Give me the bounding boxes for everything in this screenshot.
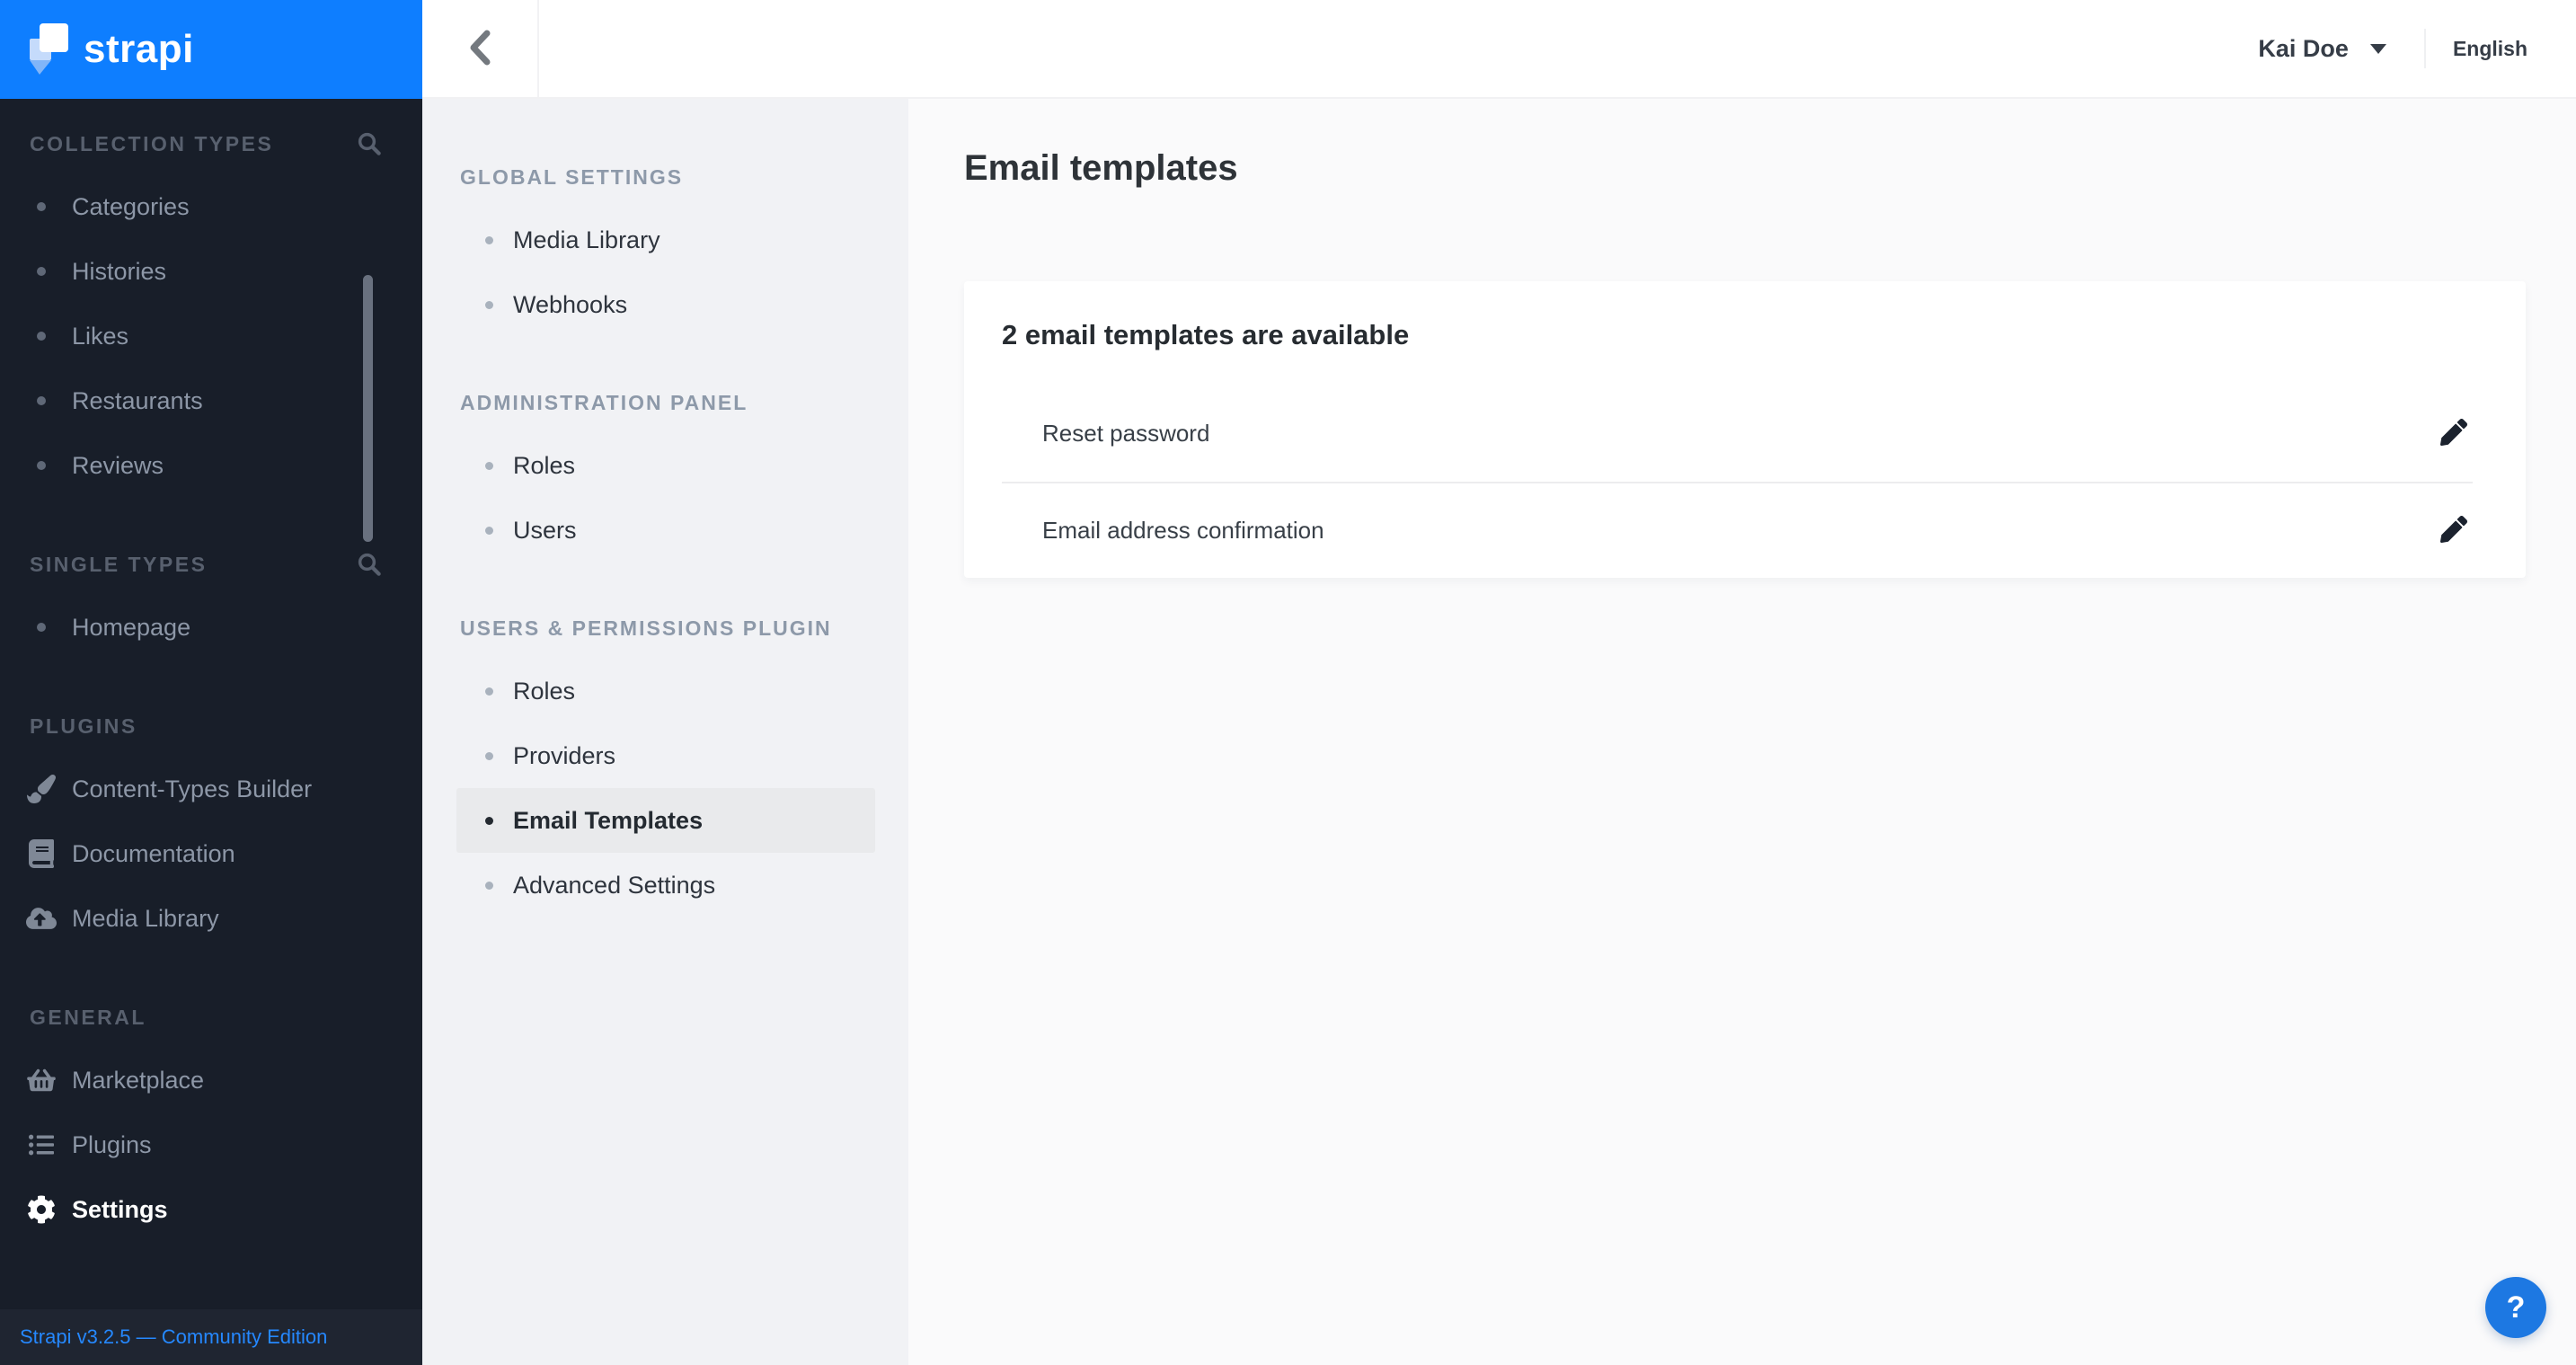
subnav-item-admin-users[interactable]: Users — [456, 498, 875, 563]
right-region: Kai Doe English GLOBAL SETTINGS Media Li… — [422, 0, 2576, 1365]
template-row-email-confirmation[interactable]: Email address confirmation — [1002, 482, 2473, 578]
sidebar-item-plugins[interactable]: Plugins — [0, 1112, 422, 1177]
section-plugins: PLUGINS Content-Types Builder Documentat… — [0, 706, 422, 951]
paint-brush-icon — [25, 773, 58, 805]
bullet-icon — [485, 526, 493, 535]
sidebar-item-media-library[interactable]: Media Library — [0, 886, 422, 951]
subnav-item-providers[interactable]: Providers — [456, 723, 875, 788]
list-icon — [25, 1129, 58, 1161]
edit-email-confirmation-button[interactable] — [2437, 514, 2471, 548]
bullet-icon — [37, 202, 46, 211]
pencil-icon — [2440, 418, 2467, 448]
book-icon — [25, 838, 58, 870]
bullet-icon — [485, 235, 493, 244]
subnav-section-administration-panel: ADMINISTRATION PANEL Roles Users — [422, 383, 908, 563]
subnav-item-webhooks[interactable]: Webhooks — [456, 272, 875, 337]
subnav-item-up-roles[interactable]: Roles — [456, 659, 875, 723]
bullet-icon — [485, 461, 493, 470]
section-title: COLLECTION TYPES — [30, 131, 274, 155]
bullet-icon — [37, 332, 46, 341]
basket-icon — [25, 1064, 58, 1096]
subnav-item-email-templates[interactable]: Email Templates — [456, 788, 875, 853]
section-title: GENERAL — [30, 1005, 146, 1029]
template-label: Reset password — [1042, 419, 1210, 447]
sidebar-item-settings[interactable]: Settings — [0, 1177, 422, 1242]
subnav-section-title: ADMINISTRATION PANEL — [460, 390, 748, 414]
bullet-icon — [37, 267, 46, 276]
user-menu[interactable]: Kai Doe — [2258, 35, 2386, 63]
email-templates-card: 2 email templates are available Reset pa… — [964, 281, 2526, 578]
edit-reset-password-button[interactable] — [2437, 416, 2471, 450]
bullet-icon — [485, 687, 493, 696]
main-panel: Email templates 2 email templates are av… — [908, 99, 2576, 1365]
section-single-types: SINGLE TYPES Homepage — [0, 545, 422, 660]
bullet-icon — [37, 396, 46, 405]
template-label: Email address confirmation — [1042, 517, 1324, 544]
sidebar-item-marketplace[interactable]: Marketplace — [0, 1048, 422, 1112]
section-title: PLUGINS — [30, 714, 137, 738]
subnav-section-title: GLOBAL SETTINGS — [460, 164, 684, 189]
question-mark-icon: ? — [2506, 1290, 2526, 1325]
subnav-item-admin-roles[interactable]: Roles — [456, 433, 875, 498]
template-row-reset-password[interactable]: Reset password — [1002, 385, 2473, 482]
logo-wordmark: strapi — [84, 27, 194, 71]
page-title: Email templates — [964, 148, 1238, 188]
card-heading: 2 email templates are available — [1002, 319, 1410, 350]
sidebar-item-documentation[interactable]: Documentation — [0, 821, 422, 886]
cloud-upload-icon — [25, 902, 58, 935]
bullet-icon — [485, 300, 493, 309]
sidebar-item-histories[interactable]: Histories — [0, 239, 422, 304]
user-name: Kai Doe — [2258, 34, 2349, 62]
subnav-item-media-library[interactable]: Media Library — [456, 208, 875, 272]
subnav-section-users-permissions: USERS & PERMISSIONS PLUGIN Roles Provide… — [422, 608, 908, 917]
help-button[interactable]: ? — [2485, 1277, 2546, 1338]
search-icon[interactable] — [356, 130, 383, 162]
bullet-icon — [485, 751, 493, 760]
sidebar-item-restaurants[interactable]: Restaurants — [0, 368, 422, 433]
bullet-icon — [37, 461, 46, 470]
subnav-item-advanced-settings[interactable]: Advanced Settings — [456, 853, 875, 917]
language-selector[interactable]: English — [2453, 37, 2527, 61]
strapi-logo-icon — [30, 23, 68, 75]
topbar: Kai Doe English — [422, 0, 2576, 99]
bullet-icon — [485, 816, 493, 825]
back-button[interactable] — [422, 0, 539, 97]
sidebar-item-content-types-builder[interactable]: Content-Types Builder — [0, 757, 422, 821]
settings-subnav: GLOBAL SETTINGS Media Library Webhooks A… — [422, 99, 908, 1365]
sidebar-footer: Strapi v3.2.5 — Community Edition — [0, 1309, 422, 1365]
gear-icon — [25, 1193, 58, 1226]
bullet-icon — [485, 881, 493, 890]
topbar-divider — [2423, 29, 2426, 68]
chevron-left-icon — [468, 30, 491, 68]
pencil-icon — [2440, 516, 2467, 545]
main-sidebar: strapi COLLECTION TYPES Categories Histo… — [0, 0, 422, 1365]
sidebar-item-reviews[interactable]: Reviews — [0, 433, 422, 498]
sidebar-menu: COLLECTION TYPES Categories Histories Li… — [0, 99, 422, 1309]
section-collection-types: COLLECTION TYPES Categories Histories Li… — [0, 124, 422, 498]
strapi-admin-app: strapi COLLECTION TYPES Categories Histo… — [0, 0, 2576, 1365]
chevron-down-icon — [2369, 43, 2386, 54]
version-link[interactable]: Strapi v3.2.5 — Community Edition — [20, 1325, 327, 1349]
section-title: SINGLE TYPES — [30, 552, 208, 576]
strapi-logo[interactable]: strapi — [0, 0, 422, 99]
sidebar-item-likes[interactable]: Likes — [0, 304, 422, 368]
sidebar-item-homepage[interactable]: Homepage — [0, 595, 422, 660]
content-region: GLOBAL SETTINGS Media Library Webhooks A… — [422, 99, 2576, 1365]
subnav-section-global-settings: GLOBAL SETTINGS Media Library Webhooks — [422, 157, 908, 337]
subnav-section-title: USERS & PERMISSIONS PLUGIN — [460, 616, 832, 640]
search-icon[interactable] — [356, 551, 383, 582]
sidebar-item-categories[interactable]: Categories — [0, 174, 422, 239]
section-general: GENERAL Marketplace Plugins Settings — [0, 997, 422, 1242]
bullet-icon — [37, 623, 46, 632]
